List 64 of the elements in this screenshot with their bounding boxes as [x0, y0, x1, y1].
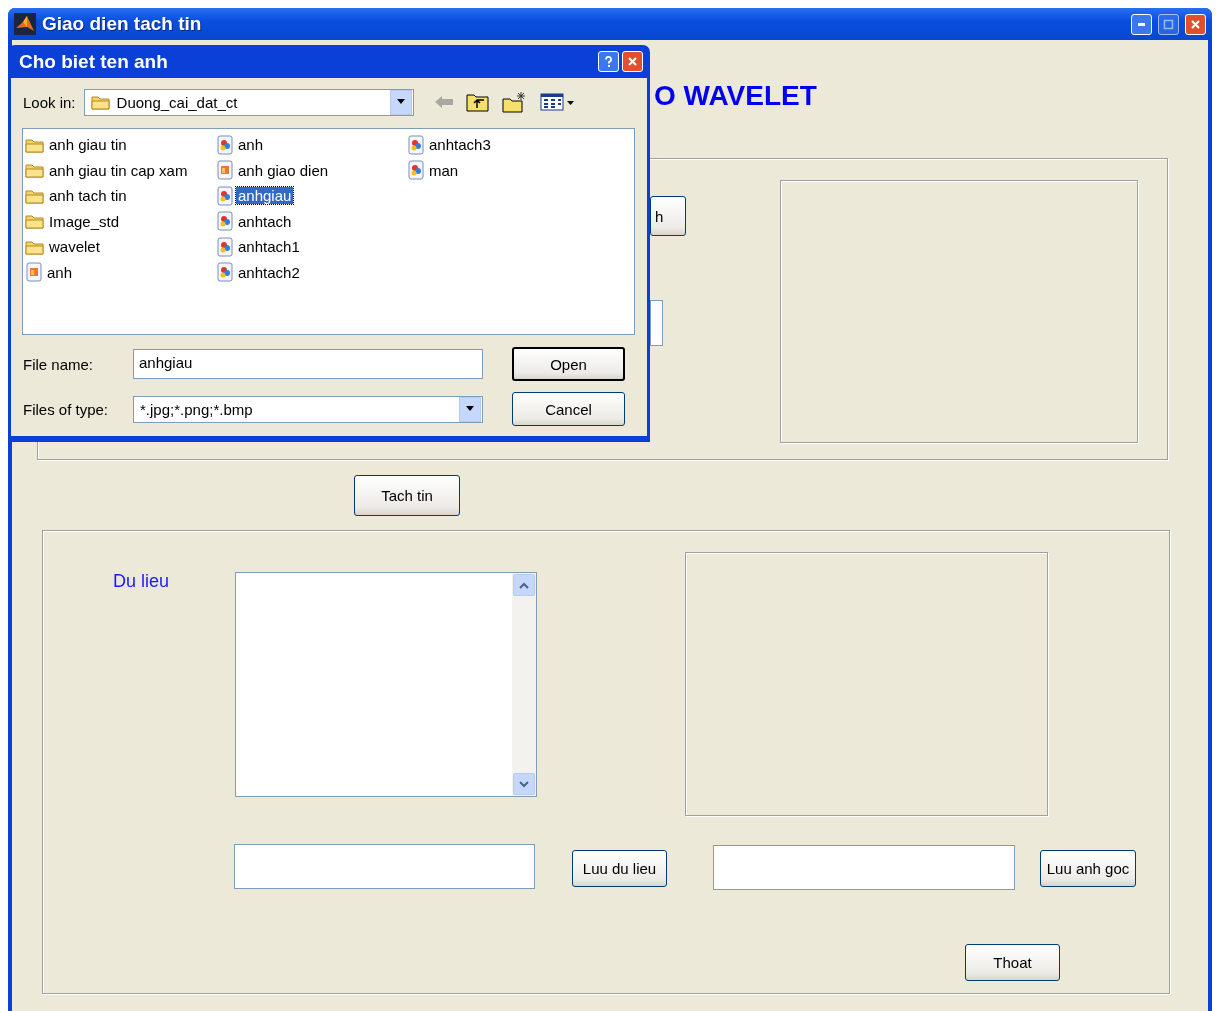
image-file-icon	[216, 185, 234, 206]
save-data-button[interactable]: Luu du lieu	[572, 850, 667, 887]
help-icon	[602, 55, 615, 68]
file-item[interactable]: anhgiau	[236, 187, 294, 205]
close-icon	[626, 55, 639, 68]
open-button[interactable]: Open	[512, 347, 625, 381]
file-item[interactable]: anh	[45, 263, 75, 281]
view-menu-icon[interactable]	[539, 92, 576, 112]
image-file-icon	[25, 262, 43, 283]
folder-icon	[90, 93, 111, 111]
image-file-icon	[407, 160, 425, 181]
extract-button[interactable]: Tach tin	[354, 475, 460, 516]
file-item[interactable]: wavelet	[47, 238, 102, 256]
image-file-icon	[216, 134, 234, 155]
close-button[interactable]	[1185, 13, 1206, 35]
help-button[interactable]	[598, 51, 619, 72]
file-item[interactable]: anh giau tin	[47, 136, 129, 154]
image-file-icon	[216, 262, 234, 283]
close-button[interactable]	[622, 51, 643, 72]
file-item[interactable]: anhtach	[236, 212, 294, 230]
file-name-field[interactable]: anhgiau	[133, 349, 483, 379]
folder-icon	[25, 212, 45, 231]
heading: O WAVELET	[654, 80, 817, 112]
input-field[interactable]	[713, 845, 1015, 890]
file-item[interactable]: anh tach tin	[47, 187, 129, 205]
minimize-button[interactable]	[1131, 13, 1152, 35]
file-item[interactable]: anh giau tin cap xam	[47, 161, 190, 179]
dialog-title: Cho biet ten anh	[19, 50, 169, 73]
scroll-down-button[interactable]	[513, 773, 535, 795]
look-in-label: Look in:	[23, 93, 76, 111]
file-item[interactable]: anh giao dien	[236, 161, 331, 179]
file-type-label: Files of type:	[23, 400, 110, 418]
maximize-button[interactable]	[1158, 13, 1179, 35]
cancel-button[interactable]: Cancel	[512, 392, 625, 426]
folder-icon	[25, 161, 45, 180]
image-file-icon	[216, 160, 234, 181]
file-item[interactable]: man	[427, 161, 461, 179]
window-title: Giao dien tach tin	[42, 13, 203, 35]
new-folder-icon[interactable]	[501, 91, 528, 113]
file-item[interactable]: anh	[236, 136, 266, 154]
minimize-icon	[1138, 22, 1145, 26]
file-type-dropdown[interactable]: *.jpg;*.png;*.bmp	[133, 395, 483, 423]
button[interactable]: h	[650, 196, 686, 236]
exit-button[interactable]: Thoat	[965, 944, 1060, 981]
save-image-button[interactable]: Luu anh goc	[1040, 850, 1136, 887]
file-list[interactable]: anh giau tin anh giau tin cap xam anh tach tin Image_std wavelet anh anh anh giao dien anhgiau anhtach anhtach1 anhtach2 anhtach3 man	[22, 128, 635, 335]
maximize-icon	[1162, 17, 1175, 31]
file-item[interactable]: anhtach3	[427, 136, 493, 154]
data-label: Du lieu	[113, 571, 170, 592]
input-field[interactable]	[234, 844, 535, 889]
look-in-dropdown[interactable]: Duong_cai_dat_ct	[83, 88, 414, 116]
scroll-up-button[interactable]	[513, 574, 535, 596]
file-item[interactable]: anhtach2	[236, 263, 302, 281]
app-logo-icon	[14, 13, 36, 35]
image-file-icon	[216, 236, 234, 257]
file-name-label: File name:	[23, 355, 95, 373]
image-file-icon	[216, 211, 234, 232]
up-folder-icon[interactable]	[465, 92, 490, 112]
file-item[interactable]: anhtach1	[236, 238, 302, 256]
back-icon[interactable]	[433, 95, 454, 109]
input-field[interactable]	[650, 300, 663, 346]
image-file-icon	[407, 134, 425, 155]
file-item[interactable]: Image_std	[47, 212, 122, 230]
close-icon	[1189, 17, 1202, 31]
